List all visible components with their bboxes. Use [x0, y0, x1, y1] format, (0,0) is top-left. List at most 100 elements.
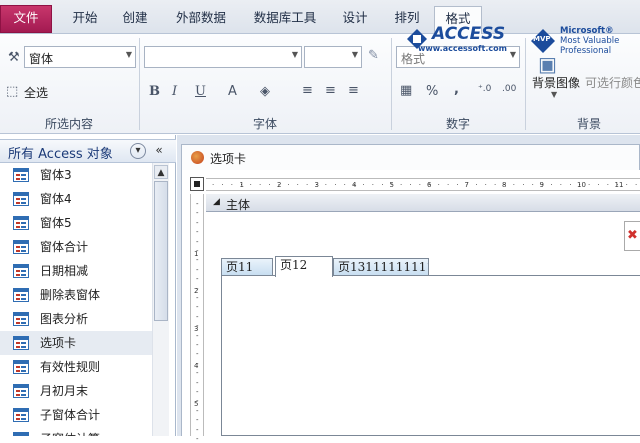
form-tab-page-2[interactable]: 页12 — [275, 256, 333, 277]
nav-item-form[interactable]: 窗体5 — [0, 211, 152, 235]
close-icon[interactable]: ✖ — [624, 221, 640, 251]
underline-button[interactable]: U — [195, 84, 206, 99]
nav-item-label: 窗体4 — [40, 192, 72, 206]
tab-create[interactable]: 创建 — [112, 6, 158, 34]
ruler-tick: · — [400, 181, 403, 189]
ruler-tick: · — [306, 181, 309, 189]
font-size-combo[interactable]: ▼ — [304, 46, 362, 68]
nav-item-form[interactable]: 子窗体计算 — [0, 427, 152, 436]
ruler-tick: · — [635, 181, 638, 189]
ruler-tick: · — [465, 181, 469, 189]
ruler-tick: - — [196, 209, 199, 218]
align-left-icon[interactable]: ≡ — [302, 83, 313, 98]
form-selector[interactable] — [190, 177, 204, 191]
nav-item-form[interactable]: 窗体4 — [0, 187, 152, 211]
font-color-button[interactable]: A — [228, 84, 237, 99]
italic-button[interactable]: I — [172, 84, 177, 99]
form-object-icon — [13, 432, 29, 436]
form-object-icon — [13, 312, 29, 326]
form-object-icon — [13, 264, 29, 278]
background-image-button[interactable]: 背景图像 — [532, 74, 580, 91]
scrollbar-thumb[interactable] — [154, 181, 168, 321]
ruler-tick: - — [196, 359, 199, 368]
nav-item-label: 子窗体计算 — [40, 432, 100, 436]
nav-item-form[interactable]: 选项卡 — [0, 331, 152, 355]
vertical-ruler: 12345-------------------------- — [190, 194, 204, 443]
comma-button[interactable]: , — [454, 82, 459, 97]
increase-decimal-icon[interactable]: ⁺.0 — [478, 84, 491, 94]
percent-button[interactable]: % — [426, 84, 438, 99]
tab-database-tools[interactable]: 数据库工具 — [244, 6, 326, 34]
background-group-label: 背景 — [576, 117, 601, 131]
fill-color-icon[interactable]: ◈ — [260, 84, 270, 99]
nav-item-form[interactable]: 月初月末 — [0, 379, 152, 403]
navigation-pane-header[interactable]: 所有 Access 对象 ▾ « — [0, 139, 176, 163]
object-selector-value: 窗体 — [29, 52, 54, 66]
form-tab-page-3[interactable]: 页13111111111 — [333, 258, 429, 276]
nav-item-form[interactable]: 有效性规则 — [0, 355, 152, 379]
align-center-icon[interactable]: ≡ — [325, 83, 336, 98]
ruler-tick: · — [409, 181, 412, 189]
ruler-tick: · — [277, 181, 281, 189]
tab-control[interactable]: 页11 页12 页13111111111 — [221, 256, 640, 436]
nav-item-label: 窗体合计 — [40, 240, 89, 254]
tab-home[interactable]: 开始 — [62, 6, 108, 34]
navigation-list: 窗体3 窗体4 窗体5 窗体合计日期相减 删除表窗体 图表分析 选项卡有效性规则月初月末子窗… — [0, 163, 152, 436]
ruler-tick: · — [418, 181, 422, 189]
ruler-tick: · — [221, 181, 224, 189]
nav-item-label: 月初月末 — [40, 384, 89, 398]
collapse-pane-icon[interactable]: « — [151, 143, 167, 159]
nav-item-form[interactable]: 窗体合计 — [0, 235, 152, 259]
nav-item-form[interactable]: 子窗体合计 — [0, 403, 152, 427]
nav-item-label: 有效性规则 — [40, 360, 101, 374]
form-tab-page-1[interactable]: 页11 — [221, 258, 273, 276]
currency-icon[interactable]: ▦ — [400, 83, 412, 98]
ruler-tick: - — [196, 406, 199, 415]
ruler-tick: · — [240, 181, 243, 189]
align-right-icon[interactable]: ≡ — [348, 83, 359, 98]
ruler-tick: · — [390, 181, 393, 189]
mvp-badge-text: MVP — [533, 35, 551, 43]
detail-section-bar[interactable]: ◢ 主体 — [206, 194, 640, 212]
bold-button[interactable]: B — [149, 84, 160, 99]
ruler-tick: - — [196, 312, 199, 321]
ruler-tick: · — [343, 181, 346, 189]
nav-item-form[interactable]: 删除表窗体 — [0, 283, 152, 307]
nav-item-form[interactable]: 窗体3 — [0, 163, 152, 187]
ruler-tick: · — [315, 181, 318, 189]
document-tab[interactable]: 选项卡 — [181, 144, 640, 170]
navigation-scrollbar[interactable]: ▲ — [152, 163, 169, 436]
chevron-down-icon: ▼ — [125, 50, 132, 59]
nav-item-form[interactable]: 图表分析 — [0, 307, 152, 331]
ruler-tick: · — [531, 181, 534, 189]
scroll-up-icon[interactable]: ▲ — [154, 165, 168, 179]
mvp-line3: Professional — [560, 46, 612, 56]
ruler-tick: - — [196, 416, 199, 425]
ruler-tick: · — [259, 181, 262, 189]
navigation-pane: 所有 Access 对象 ▾ « 窗体3 窗体4 窗体5 窗体合计日期相减 删除表窗体图… — [0, 135, 176, 436]
tab-external-data[interactable]: 外部数据 — [166, 6, 236, 34]
alternate-row-color-button[interactable]: 可选行颜色 — [585, 74, 640, 91]
ruler-tick: · — [494, 181, 497, 189]
ruler-tick: - — [196, 265, 199, 274]
decrease-decimal-icon[interactable]: .00 — [502, 84, 516, 94]
tab-file[interactable]: 文件 — [0, 5, 52, 33]
ruler-tick: - — [196, 294, 199, 302]
tab-page-body[interactable] — [221, 275, 640, 436]
tab-design[interactable]: 设计 — [332, 6, 378, 34]
format-painter-icon[interactable]: ✎ — [368, 48, 379, 63]
nav-item-label: 子窗体合计 — [40, 408, 101, 422]
select-all-button[interactable]: 全选 — [24, 84, 48, 101]
object-selector-combo[interactable]: 窗体 ▼ — [24, 46, 136, 68]
form-object-icon — [13, 408, 29, 422]
horizontal-ruler: 1 2 3 4 5 6 7 8 9 10 11 · · · · · · · · · · · · · · · · · · · · · · · · · · ·… — [206, 178, 640, 191]
chevron-down-icon[interactable]: ▾ — [130, 143, 146, 159]
form-design-icon — [191, 151, 204, 164]
ruler-tick: - — [196, 350, 199, 359]
nav-item-form[interactable]: 日期相减 — [0, 259, 152, 283]
ruler-tick: - — [196, 284, 199, 293]
ruler-tick: - — [196, 200, 199, 208]
chevron-down-icon: ▼ — [291, 50, 298, 59]
ruler-tick: · — [541, 181, 544, 189]
font-name-combo[interactable]: ▼ — [144, 46, 302, 68]
